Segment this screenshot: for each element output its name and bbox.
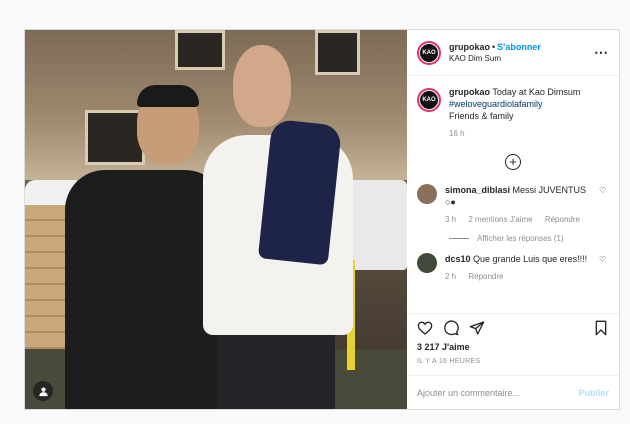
comment-age[interactable]: 2 h	[445, 272, 456, 281]
share-send-icon[interactable]	[469, 320, 485, 336]
caption-line2: Friends & family	[449, 111, 514, 121]
avatar-logo-text: KAO	[420, 91, 438, 109]
commenter-username[interactable]: dcs10	[445, 254, 471, 264]
caption-body: Today at Kao Dimsum	[492, 87, 581, 97]
load-more-comments: +	[417, 154, 609, 170]
person-chef-body	[65, 170, 225, 409]
person-guest-sweater	[257, 118, 343, 266]
photo-window	[85, 110, 145, 165]
add-comment-bar: Publier	[407, 375, 619, 409]
commenter-username[interactable]: simona_diblasi	[445, 185, 510, 195]
post-card: KAO grupokao • S'abonner KAO Dim Sum ⋯ KAO…	[24, 29, 620, 410]
caption-text: grupokao Today at Kao Dimsum #weloveguar…	[449, 86, 580, 140]
photo-window	[315, 30, 360, 75]
save-bookmark-icon[interactable]	[593, 320, 609, 336]
comment-meta: 2 h Répondre	[445, 271, 599, 283]
post-photo[interactable]	[25, 30, 407, 409]
post-sidebar: KAO grupokao • S'abonner KAO Dim Sum ⋯ KAO…	[407, 30, 619, 409]
view-replies-button[interactable]: Afficher les réponses (1)	[449, 234, 609, 243]
location-link[interactable]: KAO Dim Sum	[449, 54, 594, 63]
caption-username[interactable]: grupokao	[449, 87, 490, 97]
comment-likes[interactable]: 2 mentions J'aime	[468, 215, 532, 224]
tagged-users-button[interactable]	[33, 381, 53, 401]
avatar[interactable]: KAO	[417, 40, 441, 65]
user-icon	[38, 387, 48, 396]
caption-meta: 16 h	[449, 128, 580, 140]
comment-age[interactable]: 3 h	[445, 215, 456, 224]
comment-like-heart-icon[interactable]: ♡	[599, 186, 609, 226]
comment-item: simona_diblasi Messi JUVENTUS ○● 3 h 2 m…	[417, 184, 609, 226]
comment-body: simona_diblasi Messi JUVENTUS ○● 3 h 2 m…	[445, 184, 599, 226]
comment-meta: 3 h 2 mentions J'aime Répondre	[445, 214, 599, 226]
view-replies-label: Afficher les réponses (1)	[477, 234, 564, 243]
reply-button[interactable]: Répondre	[545, 215, 580, 224]
person-guest-head	[233, 45, 291, 127]
comment-bubble-icon[interactable]	[443, 320, 459, 336]
photo-window	[175, 30, 225, 70]
person-guest-legs	[217, 325, 335, 409]
comment-emoji: ○●	[445, 197, 456, 207]
caption-avatar[interactable]: KAO	[417, 88, 441, 112]
avatar-logo-text: KAO	[420, 43, 438, 62]
comment-text: Messi JUVENTUS	[512, 185, 587, 195]
like-heart-icon[interactable]	[417, 320, 433, 336]
separator-dot: •	[492, 42, 496, 52]
commenter-avatar[interactable]	[417, 253, 437, 273]
post-actions: 3 217 J'aime IL Y A 16 HEURES	[407, 313, 619, 375]
caption-hashtag[interactable]: #weloveguardiolafamily	[449, 99, 543, 109]
like-count[interactable]: 3 217 J'aime	[417, 342, 609, 352]
action-icons	[417, 320, 609, 336]
comment-text: Que grande Luis que eres!!!!	[473, 254, 588, 264]
username-link[interactable]: grupokao	[449, 42, 490, 52]
header-line: grupokao • S'abonner	[449, 42, 594, 52]
replies-divider	[449, 238, 469, 239]
comment-like-heart-icon[interactable]: ♡	[599, 255, 609, 283]
commenter-avatar[interactable]	[417, 184, 437, 204]
header-text: grupokao • S'abonner KAO Dim Sum	[449, 42, 594, 63]
comment-item: dcs10 Que grande Luis que eres!!!! 2 h R…	[417, 253, 609, 283]
post-timestamp[interactable]: IL Y A 16 HEURES	[417, 358, 609, 365]
publish-button[interactable]: Publier	[578, 388, 609, 398]
caption: KAO grupokao Today at Kao Dimsum #welove…	[417, 86, 609, 140]
post-header: KAO grupokao • S'abonner KAO Dim Sum ⋯	[407, 30, 619, 76]
more-options-icon[interactable]: ⋯	[594, 44, 609, 61]
comment-body: dcs10 Que grande Luis que eres!!!! 2 h R…	[445, 253, 599, 283]
reply-button[interactable]: Répondre	[468, 272, 503, 281]
load-more-icon[interactable]: +	[505, 154, 521, 170]
follow-button[interactable]: S'abonner	[497, 42, 541, 52]
comments-section: KAO grupokao Today at Kao Dimsum #welove…	[407, 76, 619, 313]
comment-input[interactable]	[417, 387, 579, 398]
person-chef-hair	[137, 85, 199, 107]
caption-age[interactable]: 16 h	[449, 129, 465, 138]
